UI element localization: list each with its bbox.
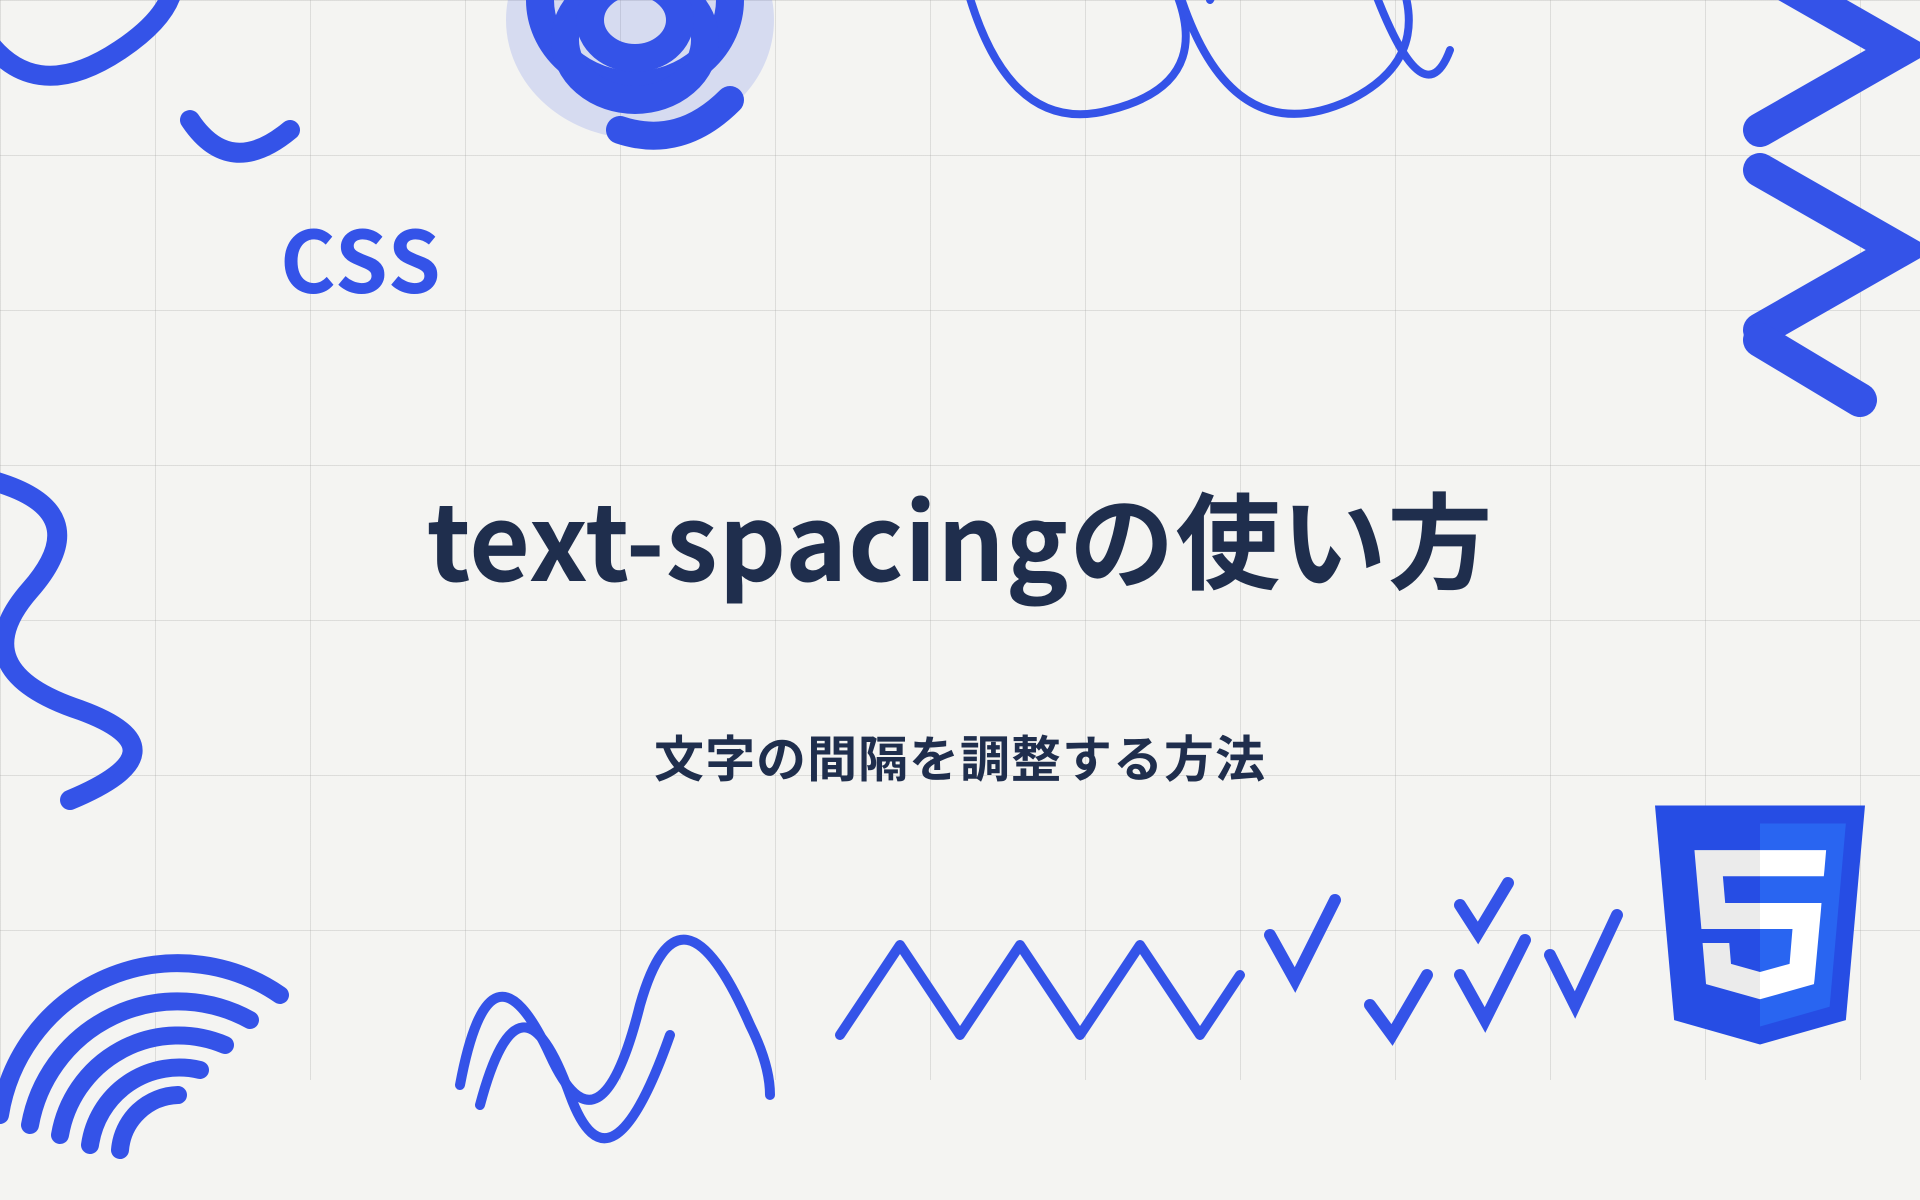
category-label: CSS <box>280 195 443 318</box>
page-subtitle: 文字の間隔を調整する方法 <box>0 720 1920 792</box>
page-title: text-spacingの使い方 <box>0 460 1920 612</box>
main-content: CSS text-spacingの使い方 文字の間隔を調整する方法 <box>0 0 1920 1080</box>
css3-logo-icon <box>1655 805 1865 1045</box>
